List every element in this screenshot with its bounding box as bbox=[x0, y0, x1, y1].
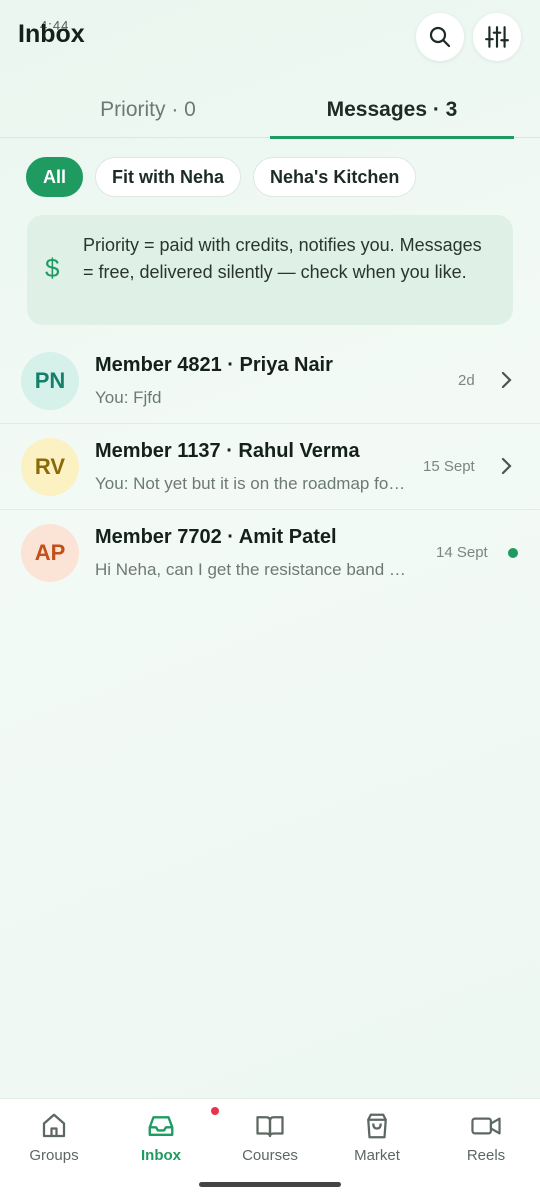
list-item[interactable]: PN Member 4821 · Priya Nair You: Fjfd 2d bbox=[0, 338, 540, 424]
dollar-icon: $ bbox=[45, 253, 60, 283]
conversation-name: Member 7702 · Amit Patel bbox=[95, 526, 337, 548]
list-item[interactable]: AP Member 7702 · Amit Patel Hi Neha, can… bbox=[0, 510, 540, 596]
nav-reels[interactable]: Reels bbox=[441, 1111, 531, 1164]
list-item[interactable]: RV Member 1137 · Rahul Verma You: Not ye… bbox=[0, 424, 540, 510]
nav-label: Reels bbox=[466, 1147, 506, 1164]
page-title: Inbox bbox=[18, 20, 85, 48]
nav-label: Courses bbox=[242, 1147, 298, 1164]
info-banner: $ Priority = paid with credits, notifies… bbox=[27, 215, 513, 325]
inbox-tabs: Priority · 0 Messages · 3 bbox=[0, 82, 540, 139]
nav-inbox[interactable]: Inbox bbox=[116, 1111, 206, 1164]
info-text: Priority = paid with credits, notifies y… bbox=[83, 235, 482, 282]
filter-button[interactable] bbox=[473, 13, 521, 61]
conversation-preview: Hi Neha, can I get the resistance band w… bbox=[95, 560, 410, 579]
home-indicator bbox=[199, 1182, 341, 1187]
home-icon bbox=[42, 1113, 66, 1138]
nav-courses[interactable]: Courses bbox=[225, 1111, 315, 1164]
conversation-name: Member 1137 · Rahul Verma bbox=[95, 440, 360, 462]
conversation-name: Member 4821 · Priya Nair bbox=[95, 354, 333, 376]
conversation-time: 2d bbox=[458, 372, 475, 389]
chip-fit-with-neha[interactable]: Fit with Neha bbox=[95, 157, 242, 197]
chevron-right-icon bbox=[501, 371, 512, 389]
filter-chips: All Fit with Neha Neha's Kitchen bbox=[26, 157, 417, 197]
video-icon bbox=[471, 1117, 501, 1135]
search-icon bbox=[429, 26, 451, 48]
nav-label: Inbox bbox=[141, 1147, 181, 1164]
nav-label: Market bbox=[354, 1147, 400, 1164]
inbox-icon bbox=[148, 1116, 174, 1136]
header: 4:44 Inbox bbox=[0, 0, 540, 80]
tab-priority[interactable]: Priority · 0 bbox=[26, 82, 270, 138]
nav-market[interactable]: Market bbox=[332, 1111, 422, 1164]
unread-dot bbox=[508, 548, 518, 558]
conversation-time: 15 Sept bbox=[423, 458, 475, 475]
notification-badge bbox=[211, 1107, 219, 1115]
chip-nehas-kitchen[interactable]: Neha's Kitchen bbox=[253, 157, 417, 197]
nav-groups[interactable]: Groups bbox=[9, 1111, 99, 1164]
book-icon bbox=[256, 1116, 284, 1138]
conversation-time: 14 Sept bbox=[436, 544, 488, 561]
chevron-right-icon bbox=[501, 457, 512, 475]
nav-label: Groups bbox=[29, 1147, 79, 1164]
avatar: RV bbox=[21, 438, 79, 496]
conversation-preview: You: Fjfd bbox=[95, 388, 162, 407]
message-list: PN Member 4821 · Priya Nair You: Fjfd 2d… bbox=[0, 338, 540, 596]
avatar: PN bbox=[21, 352, 79, 410]
search-button[interactable] bbox=[416, 13, 464, 61]
sliders-icon bbox=[485, 26, 509, 48]
conversation-preview: You: Not yet but it is on the roadmap fo… bbox=[95, 474, 410, 493]
chip-all[interactable]: All bbox=[26, 157, 84, 197]
tab-messages[interactable]: Messages · 3 bbox=[270, 82, 514, 139]
avatar: AP bbox=[21, 524, 79, 582]
shopping-bag-icon bbox=[367, 1113, 387, 1139]
